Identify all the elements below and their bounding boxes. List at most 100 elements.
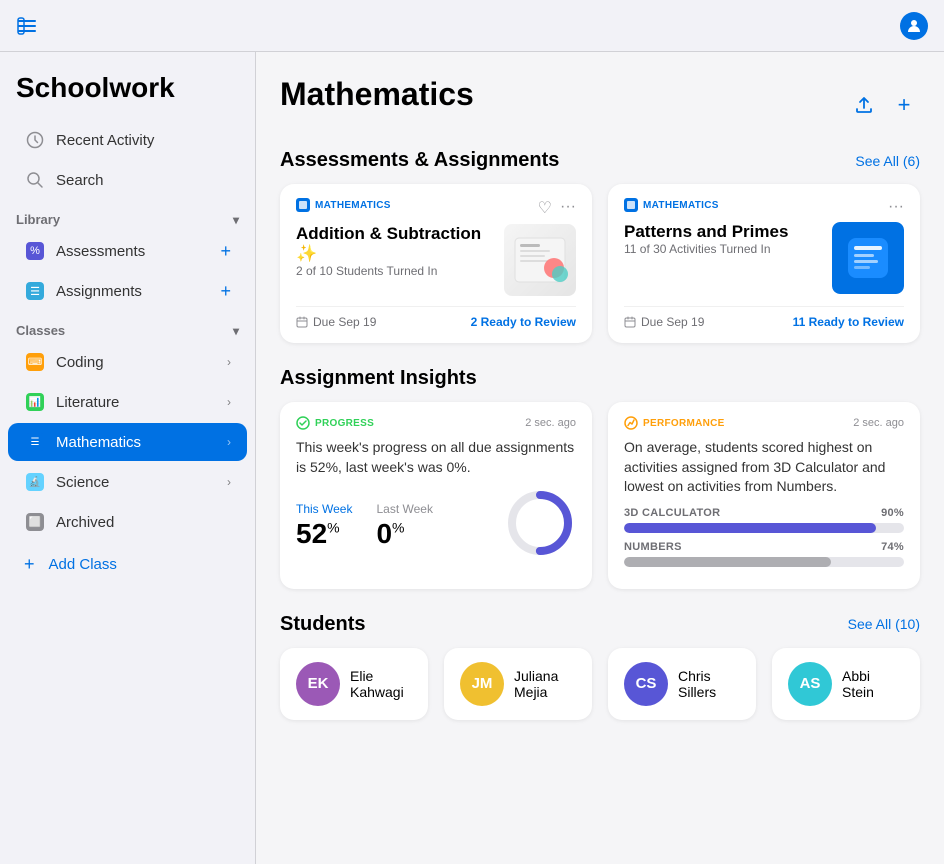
science-icon: 🔬 xyxy=(26,473,44,491)
library-chevron: ▾ xyxy=(233,213,239,227)
assignments-add-icon[interactable]: + xyxy=(220,281,231,302)
page-title: Mathematics xyxy=(280,76,474,113)
assignment-cards-row: MATHEMATICS ♡ ··· Addition & Subtraction… xyxy=(280,184,920,343)
performance-bars: 3D CALCULATOR 90% NUMBERS 74% xyxy=(624,507,904,567)
bar-fill-numbers xyxy=(624,557,831,567)
more-icon[interactable]: ··· xyxy=(560,198,576,218)
sidebar-item-literature[interactable]: 📊 Literature › xyxy=(8,383,247,421)
sidebar-item-mathematics[interactable]: ☰ Mathematics › xyxy=(8,423,247,461)
student-card-jm[interactable]: JM Juliana Mejia xyxy=(444,648,592,720)
sidebar-item-coding[interactable]: ⌨ Coding › xyxy=(8,343,247,381)
performance-badge: PERFORMANCE xyxy=(624,416,725,430)
sidebar-toggle-icon[interactable] xyxy=(16,15,38,37)
science-chevron: › xyxy=(227,475,231,489)
sidebar-label-archived: Archived xyxy=(56,514,231,531)
search-icon xyxy=(24,169,46,191)
sidebar-item-science[interactable]: 🔬 Science › xyxy=(8,463,247,501)
literature-icon: 📊 xyxy=(26,393,44,411)
student-name-as-line2: Stein xyxy=(842,684,874,700)
insight-cards-row: PROGRESS 2 sec. ago This week's progress… xyxy=(280,402,920,589)
progress-badge: PROGRESS xyxy=(296,416,374,430)
more-icon-2[interactable]: ··· xyxy=(888,198,904,216)
classes-chevron: ▾ xyxy=(233,324,239,338)
last-week-stat: Last Week 0% xyxy=(376,502,432,550)
progress-time: 2 sec. ago xyxy=(525,417,576,429)
sidebar-item-assignments[interactable]: ☰ Assignments + xyxy=(8,272,247,310)
card-badge-1: MATHEMATICS xyxy=(296,198,391,212)
card-actions-2: ··· xyxy=(888,198,904,216)
student-card-as[interactable]: AS Abbi Stein xyxy=(772,648,920,720)
app-title: Schoolwork xyxy=(0,72,255,120)
card-subtitle-1: 2 of 10 Students Turned In xyxy=(296,264,494,278)
main-layout: Schoolwork Recent Activity Search xyxy=(0,52,944,864)
sidebar-label-coding: Coding xyxy=(56,354,217,371)
assignment-card-2[interactable]: MATHEMATICS ··· Patterns and Primes 11 o… xyxy=(608,184,920,343)
profile-icon[interactable] xyxy=(900,12,928,40)
card-badge-2: MATHEMATICS xyxy=(624,198,719,212)
student-card-ek[interactable]: EK Elie Kahwagi xyxy=(280,648,428,720)
students-section-header: Students See All (10) xyxy=(280,613,920,636)
student-name-as-line1: Abbi xyxy=(842,668,874,684)
sidebar-label-mathematics: Mathematics xyxy=(56,434,217,451)
avatar-ek: EK xyxy=(296,662,340,706)
progress-stats: This Week 52% Last Week 0% xyxy=(296,487,576,564)
sidebar-label-literature: Literature xyxy=(56,394,217,411)
main-content: Mathematics + Assessments & Assignments … xyxy=(256,52,944,864)
sidebar-label-science: Science xyxy=(56,474,217,491)
sidebar-label-add-class: Add Class xyxy=(49,556,231,573)
assignment-card-1[interactable]: MATHEMATICS ♡ ··· Addition & Subtraction… xyxy=(280,184,592,343)
student-card-cs[interactable]: CS Chris Sillers xyxy=(608,648,756,720)
this-week-stat: This Week 52% xyxy=(296,502,352,550)
performance-text: On average, students scored highest on a… xyxy=(624,438,904,497)
sidebar: Schoolwork Recent Activity Search xyxy=(0,52,256,864)
math-badge-icon-2 xyxy=(624,198,638,212)
avatar-as: AS xyxy=(788,662,832,706)
sidebar-label-assessments: Assessments xyxy=(56,243,210,260)
sidebar-item-assessments[interactable]: % Assessments + xyxy=(8,232,247,270)
insight-progress-card: PROGRESS 2 sec. ago This week's progress… xyxy=(280,402,592,589)
performance-time: 2 sec. ago xyxy=(853,417,904,429)
sidebar-item-search[interactable]: Search xyxy=(8,161,247,199)
library-section: Library ▾ xyxy=(0,200,255,231)
insight-performance-card: PERFORMANCE 2 sec. ago On average, stude… xyxy=(608,402,920,589)
sidebar-label-assignments: Assignments xyxy=(56,283,210,300)
card-thumbnail-2 xyxy=(832,222,904,294)
coding-icon: ⌨ xyxy=(26,353,44,371)
add-class-plus-icon: + xyxy=(24,554,35,575)
content-toolbar: + xyxy=(848,89,920,121)
export-button[interactable] xyxy=(848,89,880,121)
coding-chevron: › xyxy=(227,355,231,369)
literature-chevron: › xyxy=(227,395,231,409)
bar-fill-calculator xyxy=(624,523,876,533)
sidebar-label-search: Search xyxy=(56,172,231,189)
bar-numbers: NUMBERS 74% xyxy=(624,541,904,567)
sidebar-item-recent-activity[interactable]: Recent Activity xyxy=(8,121,247,159)
top-bar-right xyxy=(900,12,928,40)
sidebar-item-archived[interactable]: ⬜ Archived xyxy=(8,503,247,541)
assessments-section-title: Assessments & Assignments xyxy=(280,149,559,172)
student-name-jm: Juliana Mejia xyxy=(514,668,576,700)
student-name-cs: Chris Sillers xyxy=(678,668,740,700)
add-button[interactable]: + xyxy=(888,89,920,121)
math-badge-icon-1 xyxy=(296,198,310,212)
card-review-1: 2 Ready to Review xyxy=(471,315,576,329)
students-row: EK Elie Kahwagi JM Juliana Mejia CS Chri… xyxy=(280,648,920,720)
mathematics-icon: ☰ xyxy=(26,433,44,451)
card-title-1: Addition & Subtraction ✨ xyxy=(296,224,494,264)
students-see-all[interactable]: See All (10) xyxy=(848,616,920,632)
heart-icon[interactable]: ♡ xyxy=(538,198,552,218)
card-due-2: Due Sep 19 xyxy=(624,315,704,329)
assignments-icon: ☰ xyxy=(26,282,44,300)
progress-text: This week's progress on all due assignme… xyxy=(296,438,576,477)
avatar-cs: CS xyxy=(624,662,668,706)
clock-icon xyxy=(24,129,46,151)
card-subtitle-2: 11 of 30 Activities Turned In xyxy=(624,242,822,256)
sidebar-label-recent: Recent Activity xyxy=(56,132,231,149)
assessments-see-all[interactable]: See All (6) xyxy=(855,153,920,169)
card-title-2: Patterns and Primes xyxy=(624,222,822,242)
assessments-add-icon[interactable]: + xyxy=(220,241,231,262)
sidebar-item-add-class[interactable]: + Add Class xyxy=(8,546,247,583)
archived-icon: ⬜ xyxy=(26,513,44,531)
top-bar xyxy=(0,0,944,52)
card-actions-1: ♡ ··· xyxy=(538,198,576,218)
